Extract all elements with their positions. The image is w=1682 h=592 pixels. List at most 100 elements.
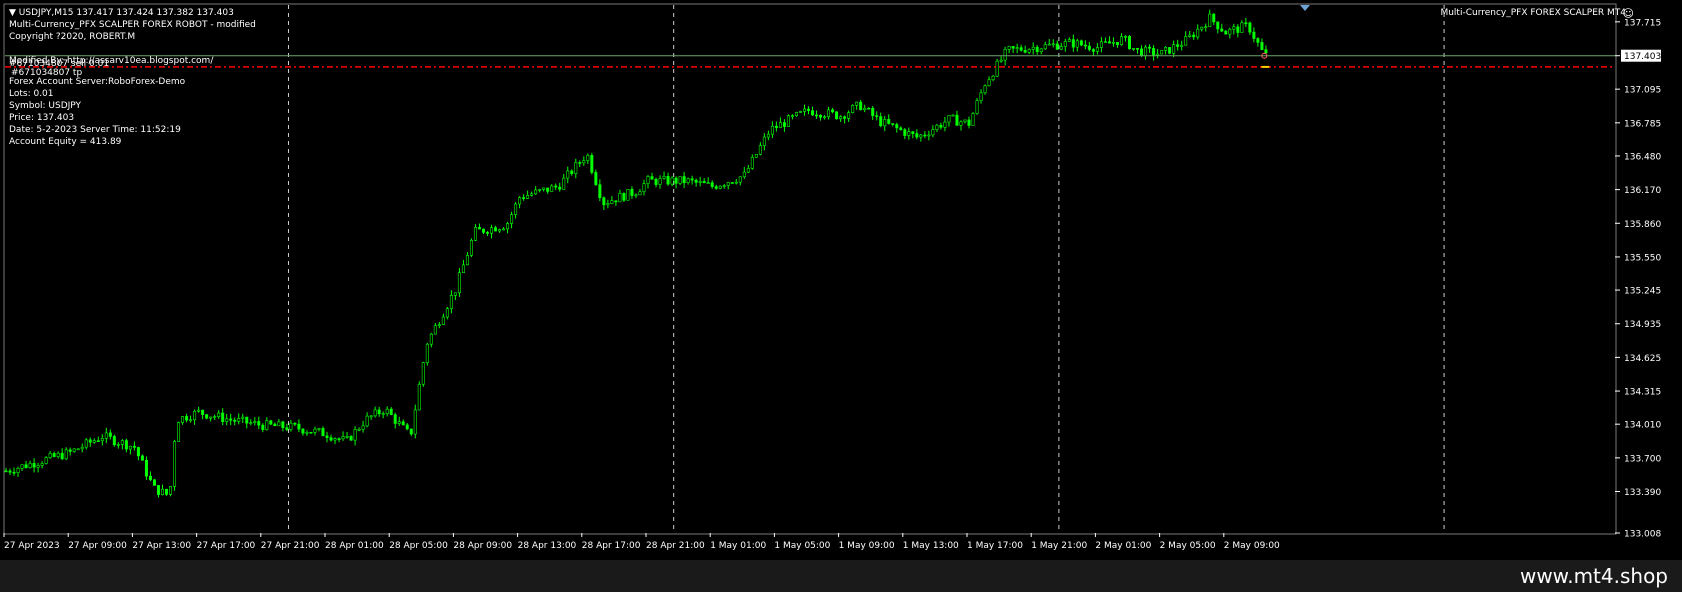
candle-body <box>189 419 193 422</box>
candle-body <box>722 185 726 187</box>
candle-body <box>1176 44 1180 47</box>
time-axis[interactable]: 27 Apr 2023 27 Apr 09:00 27 Apr 13:00 27 Ap… <box>3 533 1280 551</box>
candle-body <box>253 421 257 423</box>
candle-body <box>899 127 903 130</box>
candle-body <box>293 422 297 425</box>
candle-body <box>1019 47 1023 51</box>
candle-body <box>758 145 762 155</box>
candle-body <box>1264 49 1268 54</box>
x-tick-label: 1 May 13:00 <box>903 541 959 551</box>
candle-body <box>64 449 68 460</box>
x-tick-label: 27 Apr 17:00 <box>197 541 256 551</box>
y-tick-label: 135.860 <box>1624 220 1661 230</box>
candle-body <box>124 440 128 450</box>
candle-body <box>762 136 766 146</box>
candle-body <box>1200 26 1204 30</box>
candle-body <box>951 114 955 117</box>
candle-body <box>8 470 12 473</box>
ea-name: Multi-Currency_PFX SCALPER FOREX ROBOT -… <box>9 20 256 30</box>
x-tick-label: 27 Apr 2023 <box>4 541 60 551</box>
candle-body <box>718 185 722 189</box>
candle-body <box>875 115 879 117</box>
chart-area[interactable]: 137.715 137.403 137.095 136.785 136.480 136.1… <box>0 0 1682 560</box>
candle-body <box>534 189 538 195</box>
candle-body <box>770 125 774 135</box>
candle-body <box>939 124 943 128</box>
candle-body <box>887 119 891 124</box>
smiley-face-icon[interactable]: ☺ <box>1623 7 1634 20</box>
y-tick-label: 134.315 <box>1624 388 1661 398</box>
candle-body <box>490 227 494 234</box>
candle-body <box>413 409 417 435</box>
symbol-line[interactable]: ▼ USDJPY,M15 137.417 137.424 137.382 137… <box>9 7 234 19</box>
candle-body <box>1252 31 1256 39</box>
candle-body <box>301 428 305 434</box>
y-tick-label: 134.935 <box>1624 320 1661 330</box>
candle-body <box>570 170 574 174</box>
symbol-label: Symbol: USDJPY <box>9 101 82 111</box>
candle-body <box>702 181 706 184</box>
candle-body <box>730 182 734 184</box>
candle-body <box>177 422 181 442</box>
candle-body <box>453 292 457 296</box>
collapse-triangle-icon[interactable]: ▼ <box>9 8 16 18</box>
candle-body <box>373 409 377 417</box>
candle-body <box>582 160 586 164</box>
candle-body <box>983 85 987 94</box>
candle-body <box>618 193 622 203</box>
candle-body <box>1035 46 1039 53</box>
candle-body <box>1103 41 1107 43</box>
candle-body <box>1003 49 1007 61</box>
candle-body <box>766 133 770 138</box>
candle-body <box>923 134 927 137</box>
candle-body <box>1067 39 1071 42</box>
candle-body <box>181 416 185 423</box>
price-axis[interactable]: 137.715137.403137.095136.785136.480136.1… <box>1615 18 1661 540</box>
x-tick-label: 2 May 05:00 <box>1160 541 1216 551</box>
candle-body <box>201 409 205 415</box>
candle-body <box>92 440 96 443</box>
candle-body <box>746 168 750 173</box>
candle-body <box>365 415 369 427</box>
candle-body <box>626 189 630 201</box>
candle-body <box>112 436 116 446</box>
candle-body <box>514 203 518 215</box>
candle-body <box>594 172 598 185</box>
candle-body <box>397 421 401 424</box>
candle-body <box>843 116 847 119</box>
candle-body <box>1051 43 1055 46</box>
candle-body <box>955 114 959 126</box>
candle-body <box>754 153 758 158</box>
candle-body <box>229 418 233 421</box>
candle-body <box>481 228 485 233</box>
price-chart[interactable]: 137.715137.403137.095136.785136.480136.1… <box>0 0 1682 560</box>
candle-body <box>931 129 935 136</box>
candle-body <box>1236 26 1240 33</box>
candle-body <box>40 463 44 466</box>
candle-body <box>542 187 546 190</box>
candle-body <box>907 131 911 136</box>
candle-body <box>831 109 835 113</box>
candle-body <box>321 428 325 437</box>
candle-body <box>309 432 313 434</box>
candle-body <box>437 324 441 326</box>
y-tick-label: 136.480 <box>1624 152 1661 162</box>
candle-body <box>169 486 173 495</box>
candle-body <box>550 185 554 192</box>
candle-body <box>863 107 867 111</box>
price-label: Price: 137.403 <box>9 113 75 123</box>
server-label: Forex Account Server:RoboForex-Demo <box>9 77 186 87</box>
candle-body <box>859 101 863 111</box>
candle-body <box>786 115 790 127</box>
candle-body <box>152 479 156 486</box>
candle-body <box>670 177 674 185</box>
candle-body <box>903 129 907 136</box>
candle-body <box>835 111 839 120</box>
date-label: Date: 5-2-2023 Server Time: 11:52:19 <box>9 125 181 135</box>
candle-body <box>469 239 473 256</box>
candle-body <box>710 182 714 187</box>
plot-frame <box>3 3 1617 535</box>
candle-body <box>417 383 421 411</box>
candle-body <box>991 75 995 81</box>
candle-body <box>156 485 160 495</box>
